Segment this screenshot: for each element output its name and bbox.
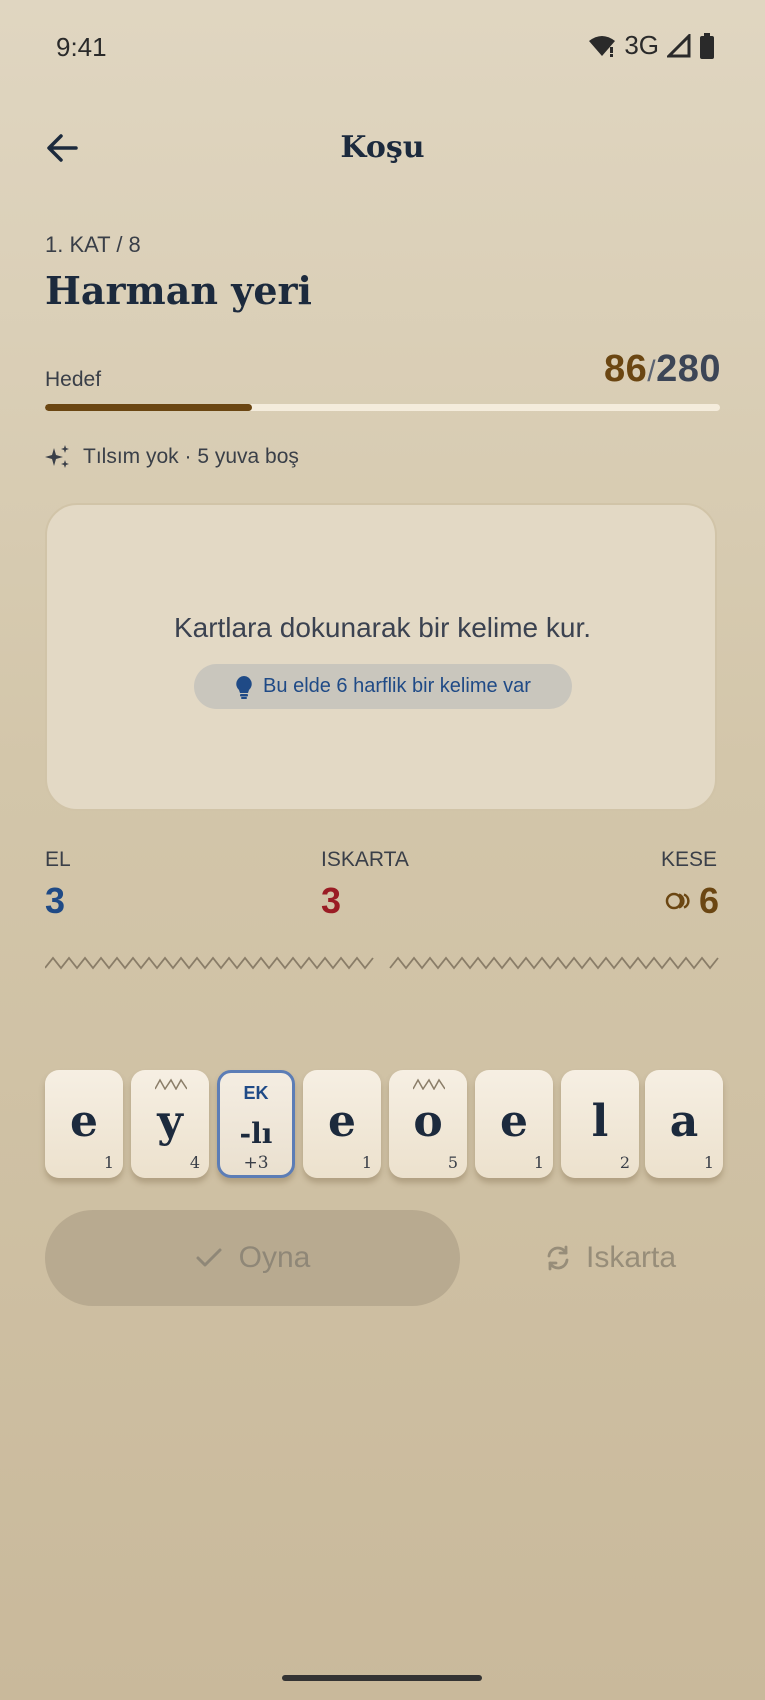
page-title: Koşu [340,130,425,165]
hint-chip: Bu elde 6 harflik bir kelime var [194,664,572,709]
wave-icon [413,1078,445,1090]
coin-icon [665,892,690,910]
tile-letter: o [413,1096,443,1147]
hands-label: EL [45,848,71,871]
suffix-text: -lı [239,1117,273,1150]
word-prompt: Kartlara dokunarak bir kelime kur. [173,612,592,643]
status-icons: 3G [588,30,715,61]
hint-text: Bu elde 6 harflik bir kelime var [263,675,531,697]
signal-icon [667,33,691,57]
tile-letter: l [591,1096,609,1147]
refresh-icon [547,1245,569,1271]
letter-tile[interactable]: a 1 [645,1070,723,1178]
network-type: 3G [624,30,659,60]
tile-letter: e [328,1096,356,1147]
home-indicator[interactable] [282,1675,482,1681]
tile-points: 2 [619,1153,630,1172]
discards-label: ISKARTA [321,848,409,871]
check-icon [196,1248,222,1267]
tile-points: 5 [447,1153,458,1172]
hands-value: 3 [45,880,66,921]
zigzag-divider [45,956,719,970]
discards-value: 3 [321,880,342,921]
sparkles-icon [45,445,69,468]
goal-target: 280 [656,348,721,390]
tile-letter: e [500,1096,528,1147]
goal-label: Hedef [45,368,102,391]
suffix-tag: EK [243,1083,269,1103]
status-time: 9:41 [56,32,107,62]
purse-amount: 6 [698,880,719,921]
battery-icon [700,32,714,59]
goal-current: 86 [603,348,648,390]
tile-points: 1 [533,1153,544,1172]
play-label: Oyna [238,1241,311,1274]
tile-points: 1 [703,1153,714,1172]
wifi-icon [589,35,616,57]
charm-text: Tılsım yok · 5 yuva boş [83,445,299,468]
letter-tile[interactable]: l 2 [561,1070,639,1178]
purse-label: KESE [660,848,717,871]
tile-letter: y [157,1096,183,1147]
charm-status: Tılsım yok · 5 yuva boş [45,444,299,470]
letter-tile[interactable]: y 4 [131,1070,209,1178]
word-build-area[interactable] [45,503,717,811]
letter-tile[interactable]: e 1 [303,1070,381,1178]
floor-name: Harman yeri [45,268,312,313]
play-button[interactable]: Oyna [45,1210,460,1306]
goal-progress-fill [45,404,253,411]
tile-letter: a [669,1096,699,1147]
letter-tile[interactable]: o 5 [389,1070,467,1178]
letter-tile[interactable]: e 1 [45,1070,123,1178]
goal-separator: / [647,355,657,388]
purse-value: 6 [665,880,719,922]
suffix-bonus: +3 [243,1153,269,1173]
lightbulb-icon [236,675,252,699]
tile-points: 1 [103,1153,114,1172]
tile-points: 4 [189,1153,200,1172]
discard-button[interactable]: Iskarta [520,1218,700,1298]
goal-score: 86/280 [604,348,721,391]
tile-points: 1 [361,1153,372,1172]
goal-progress-bar [45,404,720,411]
wave-icon [155,1078,187,1090]
letter-tile[interactable]: e 1 [475,1070,553,1178]
discard-label: Iskarta [585,1241,677,1274]
floor-label: 1. KAT / 8 [45,232,141,257]
suffix-tile[interactable]: EK -lı +3 [217,1070,295,1178]
tile-letter: e [70,1096,98,1147]
